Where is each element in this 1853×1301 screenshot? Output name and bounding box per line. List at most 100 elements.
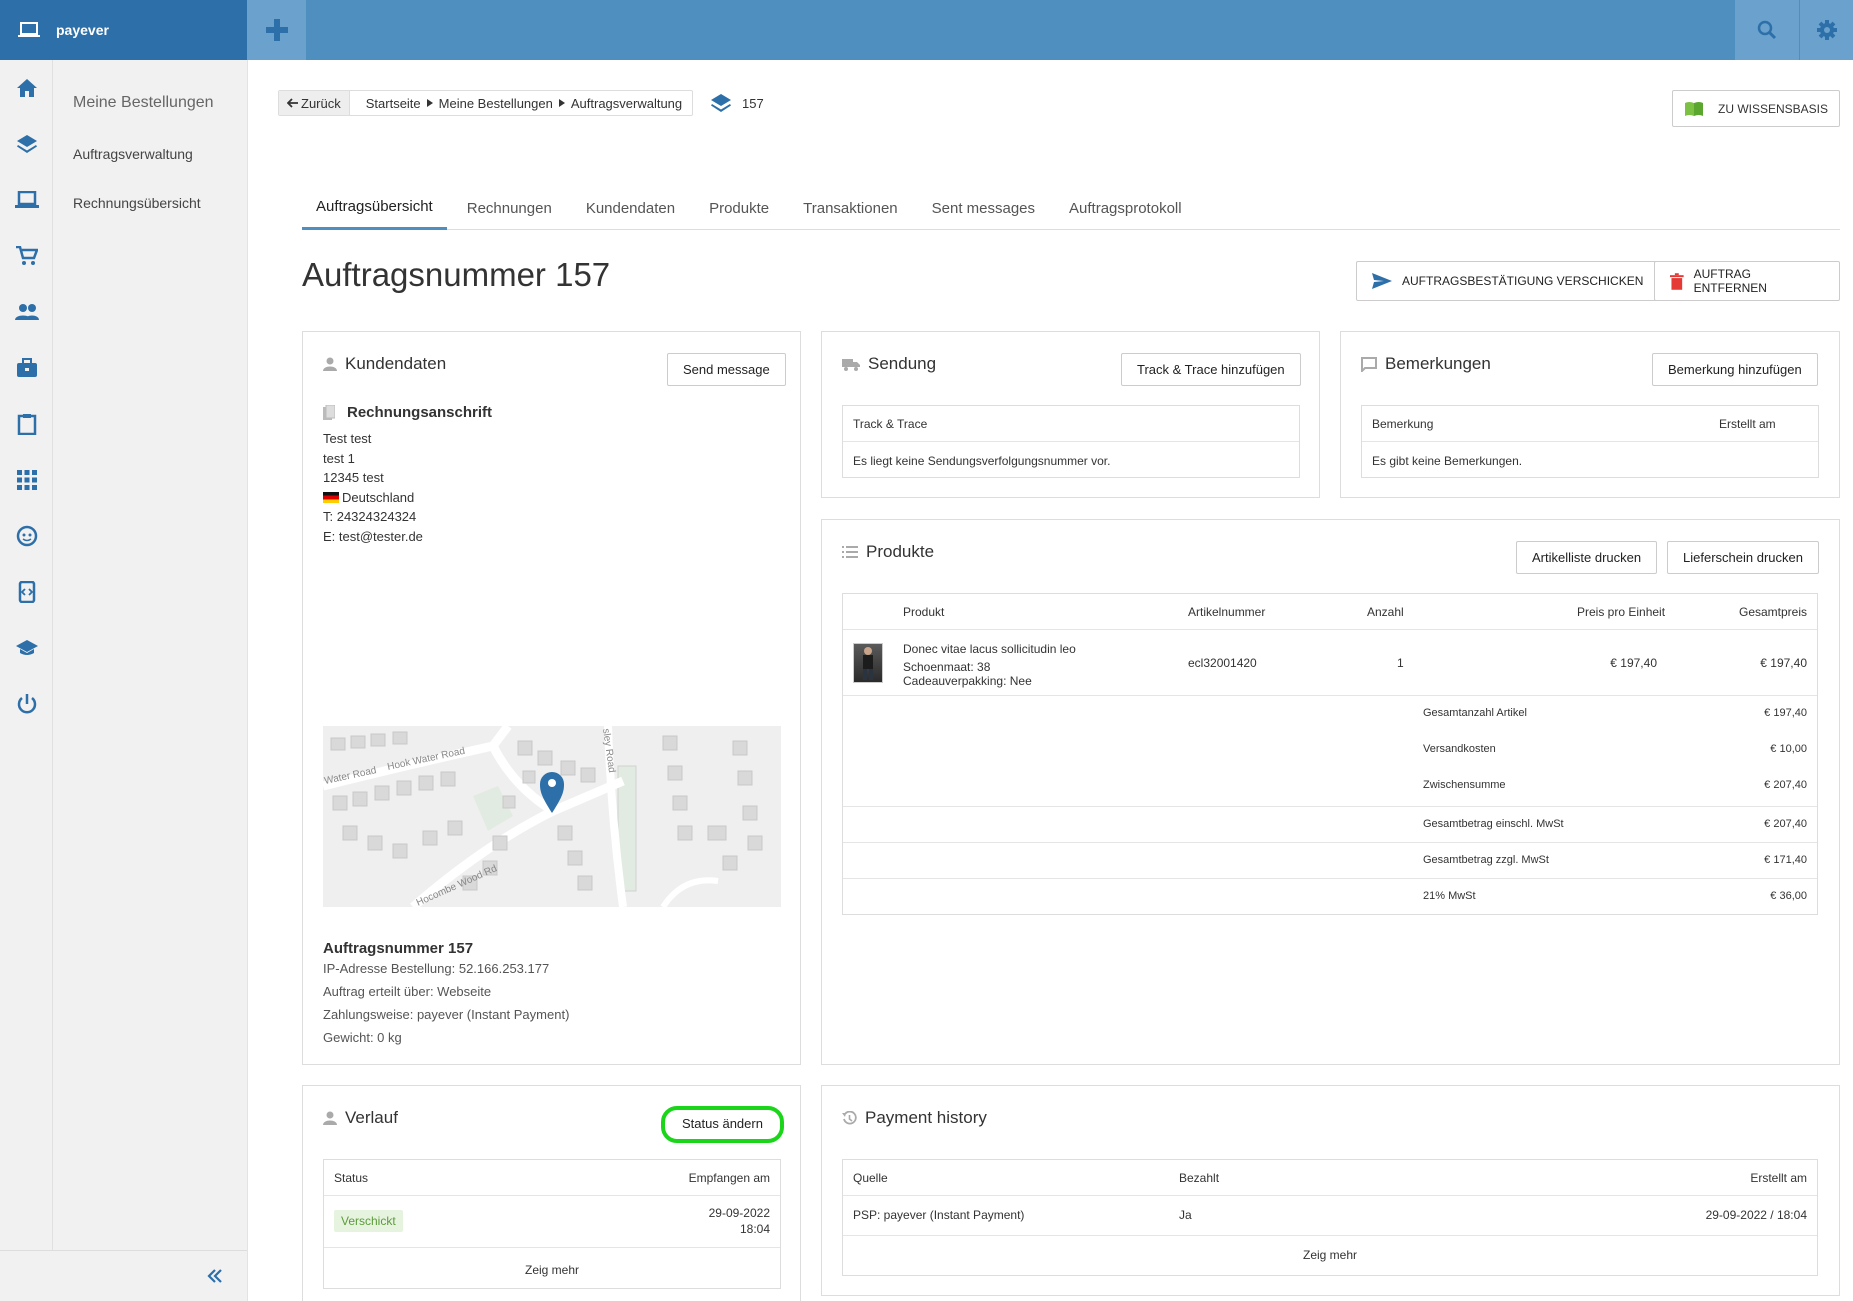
knowledge-base-button[interactable]: ZU WISSENSBASIS [1672, 90, 1840, 127]
breadcrumb: Zurück Startseite Meine Bestellungen Auf… [278, 90, 694, 116]
person-figure-icon [863, 647, 873, 680]
summary-row: Gesamtbetrag zzgl. MwSt € 171,40 [843, 842, 1817, 878]
col-remark: Bemerkung [1372, 417, 1434, 431]
tab-auftragsuebersicht[interactable]: Auftragsübersicht [302, 186, 447, 230]
crumb-auftragsverwaltung[interactable]: Auftragsverwaltung [565, 96, 692, 111]
settings-button[interactable] [1800, 0, 1853, 60]
search-icon [1757, 20, 1777, 40]
tab-kundendaten[interactable]: Kundendaten [572, 186, 689, 230]
summary-row: Zwischensumme € 207,40 [843, 768, 1817, 804]
order-number-indicator: 157 [710, 90, 764, 116]
history-card-title: Verlauf [323, 1108, 398, 1128]
collapse-sidebar-button[interactable] [0, 1250, 247, 1301]
crumb-label: Meine Bestellungen [438, 95, 553, 111]
crumb-startseite[interactable]: Startseite [350, 96, 427, 111]
person-icon [323, 357, 337, 371]
summary-row: 21% MwSt € 36,00 [843, 878, 1817, 914]
summary-label: Zwischensumme [1423, 779, 1506, 791]
address-line: test 1 [323, 451, 355, 466]
send-icon [1372, 273, 1392, 289]
back-button[interactable]: Zurück [279, 91, 350, 115]
send-message-button[interactable]: Send message [667, 353, 786, 386]
show-more-link[interactable]: Zeig mehr [843, 1248, 1817, 1262]
map-graphic: Water Road Hook Water Road Hocombe Wood … [323, 726, 781, 907]
remarks-empty-text: Es gibt keine Bemerkungen. [1372, 454, 1523, 468]
add-remark-button[interactable]: Bemerkung hinzufügen [1652, 353, 1818, 386]
power-icon[interactable] [14, 691, 40, 717]
col-sku: Artikelnummer [1188, 605, 1266, 619]
product-meta-gift: Cadeauverpakking: Nee [903, 674, 1032, 688]
card-title-label: Payment history [865, 1108, 987, 1127]
table-row[interactable]: Donec vitae lacus sollicitudin leo Schoe… [843, 630, 1817, 696]
remove-order-button[interactable]: AUFTRAG ENTFERNEN [1654, 261, 1840, 301]
layers-icon [711, 94, 731, 112]
trash-icon [1670, 272, 1684, 290]
customer-card: Kundendaten Send message Rechnungsanschr… [302, 331, 801, 1065]
card-title-label: Bemerkungen [1385, 354, 1491, 373]
col-qty: Anzahl [1367, 605, 1404, 619]
briefcase-icon[interactable] [14, 355, 40, 381]
history-time: 18:04 [739, 1222, 770, 1236]
table-header: Track & Trace [843, 406, 1299, 442]
layers-icon[interactable] [14, 131, 40, 157]
col-received: Empfangen am [688, 1171, 770, 1185]
col-unit-price: Preis pro Einheit [1577, 605, 1666, 619]
nav-item-auftragsverwaltung[interactable]: Auftragsverwaltung [73, 146, 193, 162]
product-meta-size: Schoenmaat: 38 [903, 660, 991, 674]
crumb-meine-bestellungen[interactable]: Meine Bestellungen [433, 96, 559, 111]
laptop-icon[interactable] [14, 187, 40, 213]
summary-value: € 36,00 [1770, 890, 1807, 902]
summary-label: Gesamtbetrag einschl. MwSt [1423, 818, 1564, 830]
cart-icon[interactable] [14, 243, 40, 269]
show-more-link[interactable]: Zeig mehr [324, 1263, 780, 1277]
truck-icon [842, 358, 860, 371]
search-button[interactable] [1735, 0, 1799, 60]
table-header: Bemerkung Erstellt am [1362, 406, 1818, 442]
card-title-label: Sendung [868, 354, 937, 373]
product-name: Donec vitae lacus sollicitudin leo [903, 642, 1076, 656]
location-map[interactable]: Water Road Hook Water Road Hocombe Wood … [323, 726, 781, 907]
table-header: Quelle Bezahlt Erstellt am [843, 1160, 1817, 1196]
remarks-card-title: Bemerkungen [1361, 354, 1491, 374]
apps-icon[interactable] [14, 467, 40, 493]
payment-paid: Ja [1179, 1208, 1192, 1222]
history-date: 29-09-2022 [708, 1206, 770, 1220]
order-summary-title: Auftragsnummer 157 [323, 940, 474, 957]
clipboard-icon[interactable] [14, 411, 40, 437]
product-sku: ecl32001420 [1188, 656, 1257, 670]
products-card-title: Produkte [842, 542, 934, 562]
summary-label: 21% MwSt [1423, 890, 1476, 902]
tab-transaktionen[interactable]: Transaktionen [789, 186, 912, 230]
print-delivery-note-button[interactable]: Lieferschein drucken [1667, 541, 1819, 574]
home-icon[interactable] [14, 75, 40, 101]
add-track-trace-button[interactable]: Track & Trace hinzufügen [1121, 353, 1301, 386]
col-status: Status [334, 1171, 369, 1185]
crumb-label: Startseite [365, 95, 421, 111]
billing-address-title: Rechnungsanschrift [323, 404, 492, 421]
summary-row: Gesamtanzahl Artikel € 197,40 [843, 696, 1817, 732]
send-confirmation-button[interactable]: AUFTRAGSBESTÄTIGUNG VERSCHICKEN [1356, 261, 1660, 301]
table-header: Status Empfangen am [324, 1160, 780, 1196]
tab-rechnungen[interactable]: Rechnungen [453, 186, 566, 230]
arrow-left-icon [287, 98, 298, 108]
tab-sent-messages[interactable]: Sent messages [918, 186, 1049, 230]
print-item-list-button[interactable]: Artikelliste drucken [1516, 541, 1658, 574]
phone-code-icon[interactable] [14, 579, 40, 605]
history-icon [842, 1110, 857, 1124]
order-ip: IP-Adresse Bestellung: 52.166.253.177 [323, 961, 550, 976]
nav-item-rechnungsuebersicht[interactable]: Rechnungsübersicht [73, 195, 201, 211]
tab-auftragsprotokoll[interactable]: Auftragsprotokoll [1055, 186, 1196, 230]
contacts-icon[interactable] [14, 299, 40, 325]
col-created: Erstellt am [1719, 417, 1776, 431]
order-weight: Gewicht: 0 kg [323, 1030, 402, 1045]
icon-rail [0, 60, 53, 1301]
school-icon[interactable] [14, 635, 40, 661]
tracking-empty-text: Es liegt keine Sendungsverfolgungsnummer… [853, 454, 1111, 468]
brand[interactable]: payever [0, 0, 247, 60]
tab-produkte[interactable]: Produkte [695, 186, 783, 230]
add-button[interactable] [247, 0, 306, 60]
email-line: E: test@tester.de [323, 529, 423, 544]
card-title-label: Produkte [866, 542, 935, 561]
face-icon[interactable] [14, 523, 40, 549]
nav-item-meine-bestellungen[interactable]: Meine Bestellungen [73, 94, 214, 112]
